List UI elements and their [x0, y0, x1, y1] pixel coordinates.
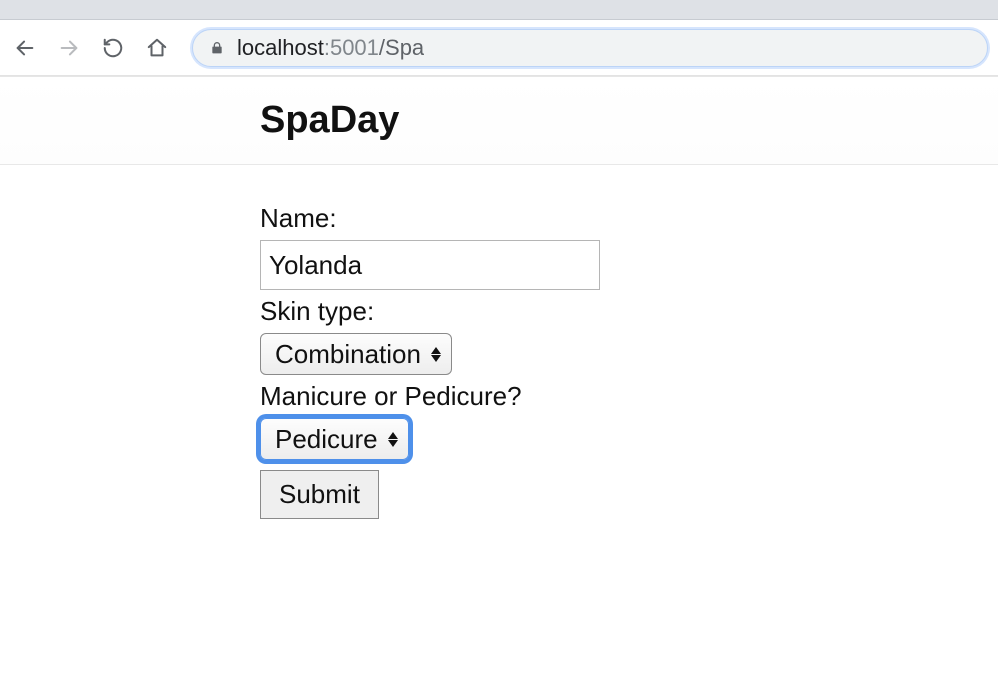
reload-icon	[102, 37, 124, 59]
tab-strip	[0, 0, 998, 20]
lock-icon	[209, 40, 225, 56]
service-label: Manicure or Pedicure?	[260, 381, 998, 412]
arrow-right-icon	[58, 37, 80, 59]
skin-type-value: Combination	[275, 339, 421, 370]
name-label: Name:	[260, 203, 998, 234]
url-path: /Spa	[379, 35, 424, 60]
url-port: :5001	[324, 35, 379, 60]
name-input[interactable]	[260, 240, 600, 290]
service-select[interactable]: Pedicure	[260, 418, 409, 460]
skin-type-row: Skin type: Combination	[260, 296, 998, 375]
skin-type-select[interactable]: Combination	[260, 333, 452, 375]
select-arrows-icon	[388, 432, 398, 447]
forward-button[interactable]	[54, 33, 84, 63]
skin-type-label: Skin type:	[260, 296, 998, 327]
arrow-left-icon	[14, 37, 36, 59]
page-title: SpaDay	[260, 99, 998, 142]
select-arrows-icon	[431, 347, 441, 362]
service-row: Manicure or Pedicure? Pedicure	[260, 381, 998, 460]
reload-button[interactable]	[98, 33, 128, 63]
home-icon	[146, 37, 168, 59]
address-bar[interactable]: localhost:5001/Spa	[192, 29, 988, 67]
back-button[interactable]	[10, 33, 40, 63]
page-header: SpaDay	[0, 77, 998, 165]
spa-form: Name: Skin type: Combination Manicure or…	[0, 165, 998, 519]
service-value: Pedicure	[275, 424, 378, 455]
url-host: localhost	[237, 35, 324, 60]
home-button[interactable]	[142, 33, 172, 63]
submit-button[interactable]: Submit	[260, 470, 379, 519]
name-row: Name:	[260, 203, 998, 290]
browser-toolbar: localhost:5001/Spa	[0, 20, 998, 76]
url-text: localhost:5001/Spa	[237, 35, 424, 61]
